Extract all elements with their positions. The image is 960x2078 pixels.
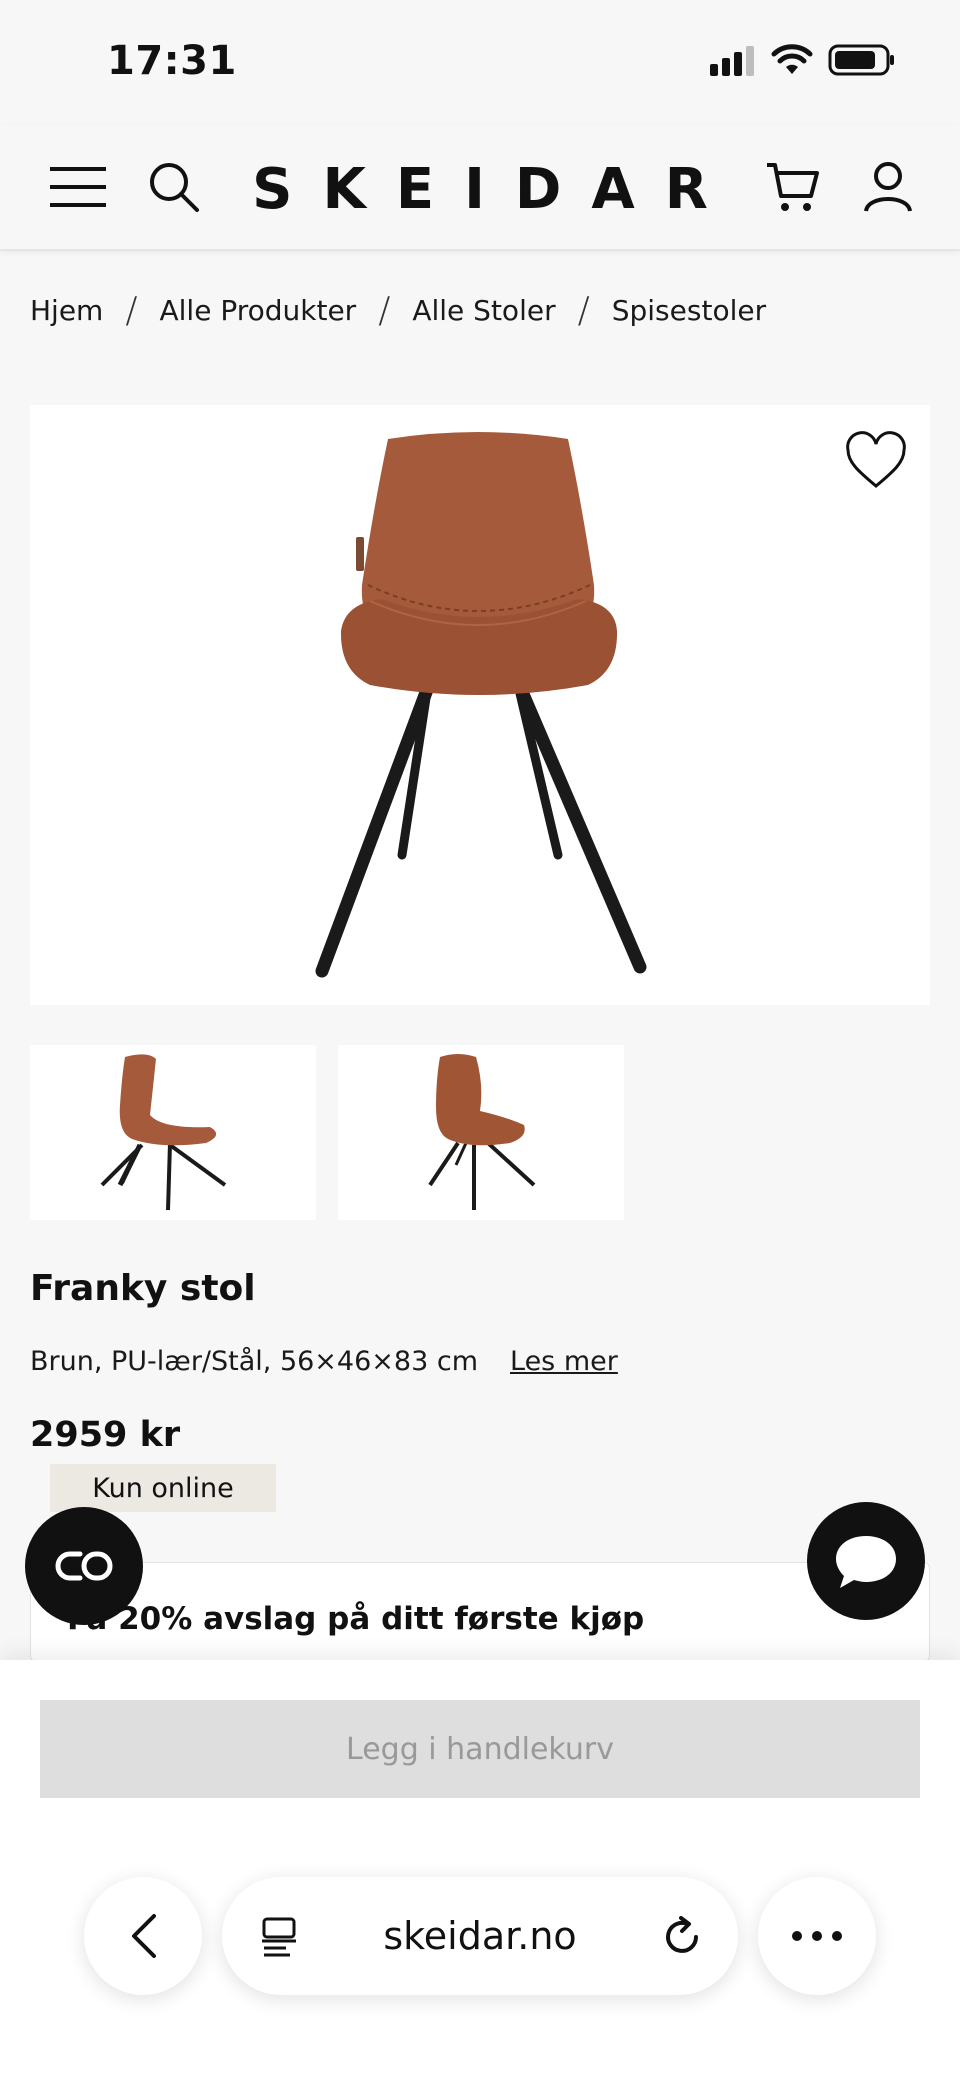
browser-more-button[interactable] (758, 1877, 876, 1995)
breadcrumb-separator: / (378, 290, 391, 331)
status-bar: 17:31 (0, 0, 960, 125)
breadcrumb-all-chairs[interactable]: Alle Stoler (412, 294, 555, 327)
product-description: Brun, PU-lær/Stål, 56×46×83 cm (30, 1346, 478, 1377)
browser-back-button[interactable] (84, 1877, 202, 1995)
online-only-badge: Kun online (50, 1464, 276, 1512)
link-icon (55, 1551, 113, 1581)
user-icon (864, 162, 912, 212)
wifi-icon (771, 44, 813, 74)
heart-icon (846, 431, 906, 488)
cart-button[interactable] (761, 155, 825, 219)
cobrowse-button[interactable] (25, 1507, 143, 1625)
promo-card[interactable]: Få 20% avslag på ditt første kjøp (30, 1562, 930, 1662)
battery-icon (828, 44, 894, 76)
more-icon (792, 1931, 842, 1941)
signal-icon (710, 46, 754, 76)
chair-image (315, 432, 647, 978)
breadcrumb-separator: / (125, 290, 138, 331)
bottom-panel: Legg i handlekurv (0, 1660, 960, 2078)
promo-text: Få 20% avslag på ditt første kjøp (67, 1601, 645, 1637)
breadcrumb-separator: / (577, 290, 590, 331)
chat-button[interactable] (807, 1502, 925, 1620)
reload-icon[interactable] (660, 1915, 704, 1959)
add-to-cart-button[interactable]: Legg i handlekurv (40, 1700, 920, 1798)
chevron-left-icon (132, 1914, 156, 1958)
favorite-button[interactable] (844, 431, 908, 491)
browser-url-bar[interactable]: skeidar.no (222, 1877, 738, 1995)
product-title: Franky stol (30, 1268, 256, 1309)
status-time: 17:31 (107, 38, 237, 84)
product-thumbnail[interactable] (30, 1045, 316, 1220)
chair-side-image (100, 1054, 227, 1211)
breadcrumb-dining-chairs[interactable]: Spisestoler (612, 294, 766, 327)
product-main-image[interactable] (30, 405, 930, 1005)
breadcrumb-all-products[interactable]: Alle Produkter (159, 294, 356, 327)
cart-icon (767, 163, 819, 211)
site-header: SKEIDAR (0, 125, 960, 251)
product-price: 2959 kr (30, 1415, 181, 1455)
chair-angle-image (428, 1054, 536, 1210)
breadcrumb-home[interactable]: Hjem (30, 294, 103, 327)
product-thumbnail[interactable] (338, 1045, 624, 1220)
read-more-link[interactable]: Les mer (510, 1346, 618, 1377)
status-icons (708, 44, 896, 76)
breadcrumb: Hjem / Alle Produkter / Alle Stoler / Sp… (30, 290, 766, 331)
chat-bubble-icon (836, 1536, 896, 1588)
account-button[interactable] (856, 155, 920, 219)
